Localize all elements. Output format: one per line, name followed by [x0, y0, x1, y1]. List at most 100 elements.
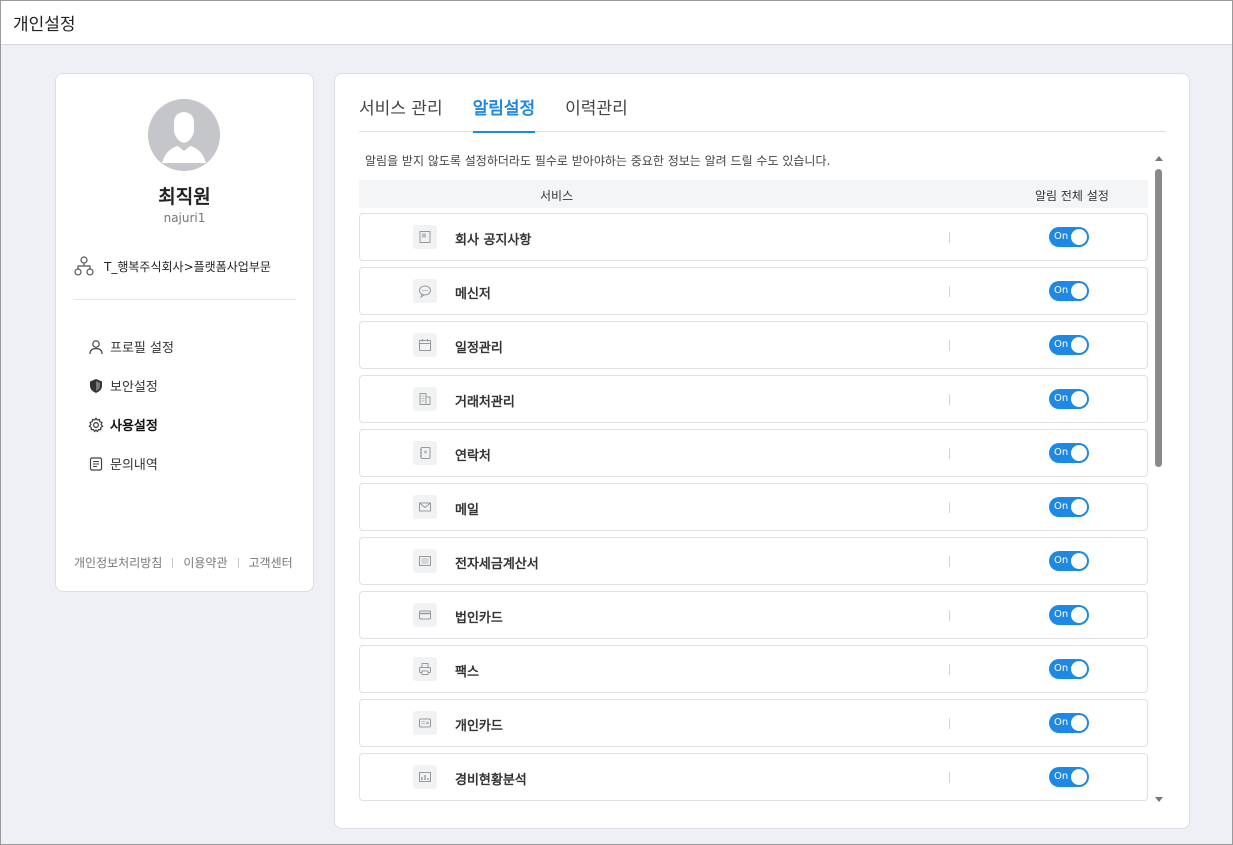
scroll-thumb[interactable]: [1155, 169, 1162, 467]
notification-toggle[interactable]: On: [1049, 497, 1089, 517]
privacy-policy-link[interactable]: 개인정보처리방침: [74, 554, 162, 571]
separator: [949, 502, 950, 513]
settings-menu: 프로필 설정 보안설정 사용설정 문의내역: [88, 327, 174, 483]
table-row: 전자세금계산서 On: [359, 537, 1148, 585]
table-row: 법인카드 On: [359, 591, 1148, 639]
service-label: 경비현황분석: [455, 773, 527, 788]
notification-toggle[interactable]: On: [1049, 443, 1089, 463]
service-label: 일정관리: [455, 341, 503, 356]
user-id: najuri1: [163, 211, 206, 225]
fax-icon: [413, 657, 437, 681]
org-path: T_행복주식회사>플랫폼사업부문: [104, 259, 271, 274]
separator: [949, 286, 950, 297]
table-row: 메신저 On: [359, 267, 1148, 315]
menu-item-label: 사용설정: [110, 419, 158, 434]
notification-toggle[interactable]: On: [1049, 281, 1089, 301]
notification-toggle[interactable]: On: [1049, 335, 1089, 355]
notification-toggle[interactable]: On: [1049, 767, 1089, 787]
notification-toggle[interactable]: On: [1049, 713, 1089, 733]
service-list: 회사 공지사항 On 메신저 On 일정관리 On 거래처관리 On 연락처 O…: [359, 213, 1148, 807]
toggle-knob: [1071, 661, 1087, 677]
notification-toggle[interactable]: On: [1049, 659, 1089, 679]
toggle-knob: [1071, 607, 1087, 623]
chat-bubble-icon: [413, 279, 437, 303]
org-chart-icon: [74, 256, 94, 276]
chart-icon: [413, 765, 437, 789]
notification-toggle[interactable]: On: [1049, 227, 1089, 247]
separator: [949, 772, 950, 783]
menu-item-inquiries[interactable]: 문의내역: [88, 444, 174, 483]
separator: [949, 610, 950, 621]
column-header-all-notifications: 알림 전체 설정: [1035, 189, 1109, 203]
table-row: 회사 공지사항 On: [359, 213, 1148, 261]
scrollbar[interactable]: [1153, 156, 1165, 802]
id-card-icon: [413, 711, 437, 735]
separator: [949, 664, 950, 675]
toggle-state: On: [1054, 663, 1069, 674]
separator: [949, 448, 950, 459]
toggle-knob: [1071, 769, 1087, 785]
toggle-state: On: [1054, 771, 1069, 782]
service-label: 회사 공지사항: [455, 233, 532, 248]
notification-toggle[interactable]: On: [1049, 389, 1089, 409]
service-label: 거래처관리: [455, 395, 515, 410]
profile-card: 최직원 najuri1 T_행복주식회사>플랫폼사업부문 프로필 설정 보안설정…: [55, 73, 314, 592]
service-label: 개인카드: [455, 719, 503, 734]
title-bar: 개인설정: [1, 1, 1232, 45]
tab-notification-settings[interactable]: 알림설정: [472, 96, 535, 133]
address-book-icon: [413, 441, 437, 465]
person-icon: [89, 339, 103, 354]
table-row: 일정관리 On: [359, 321, 1148, 369]
person-silhouette-icon: [148, 99, 220, 171]
tab-service-management[interactable]: 서비스 관리: [359, 96, 443, 132]
menu-item-label: 프로필 설정: [110, 341, 174, 356]
support-link[interactable]: 고객센터: [249, 554, 293, 571]
shield-icon: [90, 378, 102, 393]
separator: [949, 340, 950, 351]
toggle-knob: [1071, 229, 1087, 245]
invoice-icon: [413, 549, 437, 573]
toggle-knob: [1071, 499, 1087, 515]
toggle-state: On: [1054, 447, 1069, 458]
menu-item-usage-settings[interactable]: 사용설정: [88, 405, 174, 444]
toggle-knob: [1071, 391, 1087, 407]
tab-bar: 서비스 관리 알림설정 이력관리: [359, 96, 1166, 133]
tab-history[interactable]: 이력관리: [565, 96, 628, 132]
separator: [949, 556, 950, 567]
separator: [949, 394, 950, 405]
toggle-knob: [1071, 445, 1087, 461]
avatar: [148, 99, 220, 171]
table-row: 메일 On: [359, 483, 1148, 531]
table-row: 팩스 On: [359, 645, 1148, 693]
toggle-knob: [1071, 553, 1087, 569]
calendar-icon: [413, 333, 437, 357]
toggle-state: On: [1054, 555, 1069, 566]
service-label: 메일: [455, 503, 479, 518]
menu-item-profile[interactable]: 프로필 설정: [88, 327, 174, 366]
toggle-knob: [1071, 283, 1087, 299]
settings-window: 개인설정 최직원 najuri1 T_행복주식회사>플랫폼사업부문 프로필 설정…: [0, 0, 1233, 845]
notification-toggle[interactable]: On: [1049, 551, 1089, 571]
scroll-down-arrow[interactable]: [1155, 797, 1163, 802]
table-row: 개인카드 On: [359, 699, 1148, 747]
toggle-state: On: [1054, 393, 1069, 404]
toggle-state: On: [1054, 339, 1069, 350]
service-label: 팩스: [455, 665, 479, 680]
toggle-state: On: [1054, 609, 1069, 620]
window-title: 개인설정: [13, 15, 76, 35]
menu-item-label: 문의내역: [110, 458, 158, 473]
service-label: 전자세금계산서: [455, 557, 539, 572]
footer-links: 개인정보처리방침 이용약관 고객센터: [74, 554, 293, 571]
notification-toggle[interactable]: On: [1049, 605, 1089, 625]
table-header: 서비스 알림 전체 설정: [359, 180, 1148, 208]
user-name: 최직원: [158, 186, 211, 208]
scroll-up-arrow[interactable]: [1155, 156, 1163, 161]
document-icon: [89, 456, 103, 471]
credit-card-icon: [413, 603, 437, 627]
table-row: 거래처관리 On: [359, 375, 1148, 423]
divider: [74, 299, 296, 300]
menu-item-security[interactable]: 보안설정: [88, 366, 174, 405]
service-label: 법인카드: [455, 611, 503, 626]
mail-icon: [413, 495, 437, 519]
terms-link[interactable]: 이용약관: [183, 554, 227, 571]
